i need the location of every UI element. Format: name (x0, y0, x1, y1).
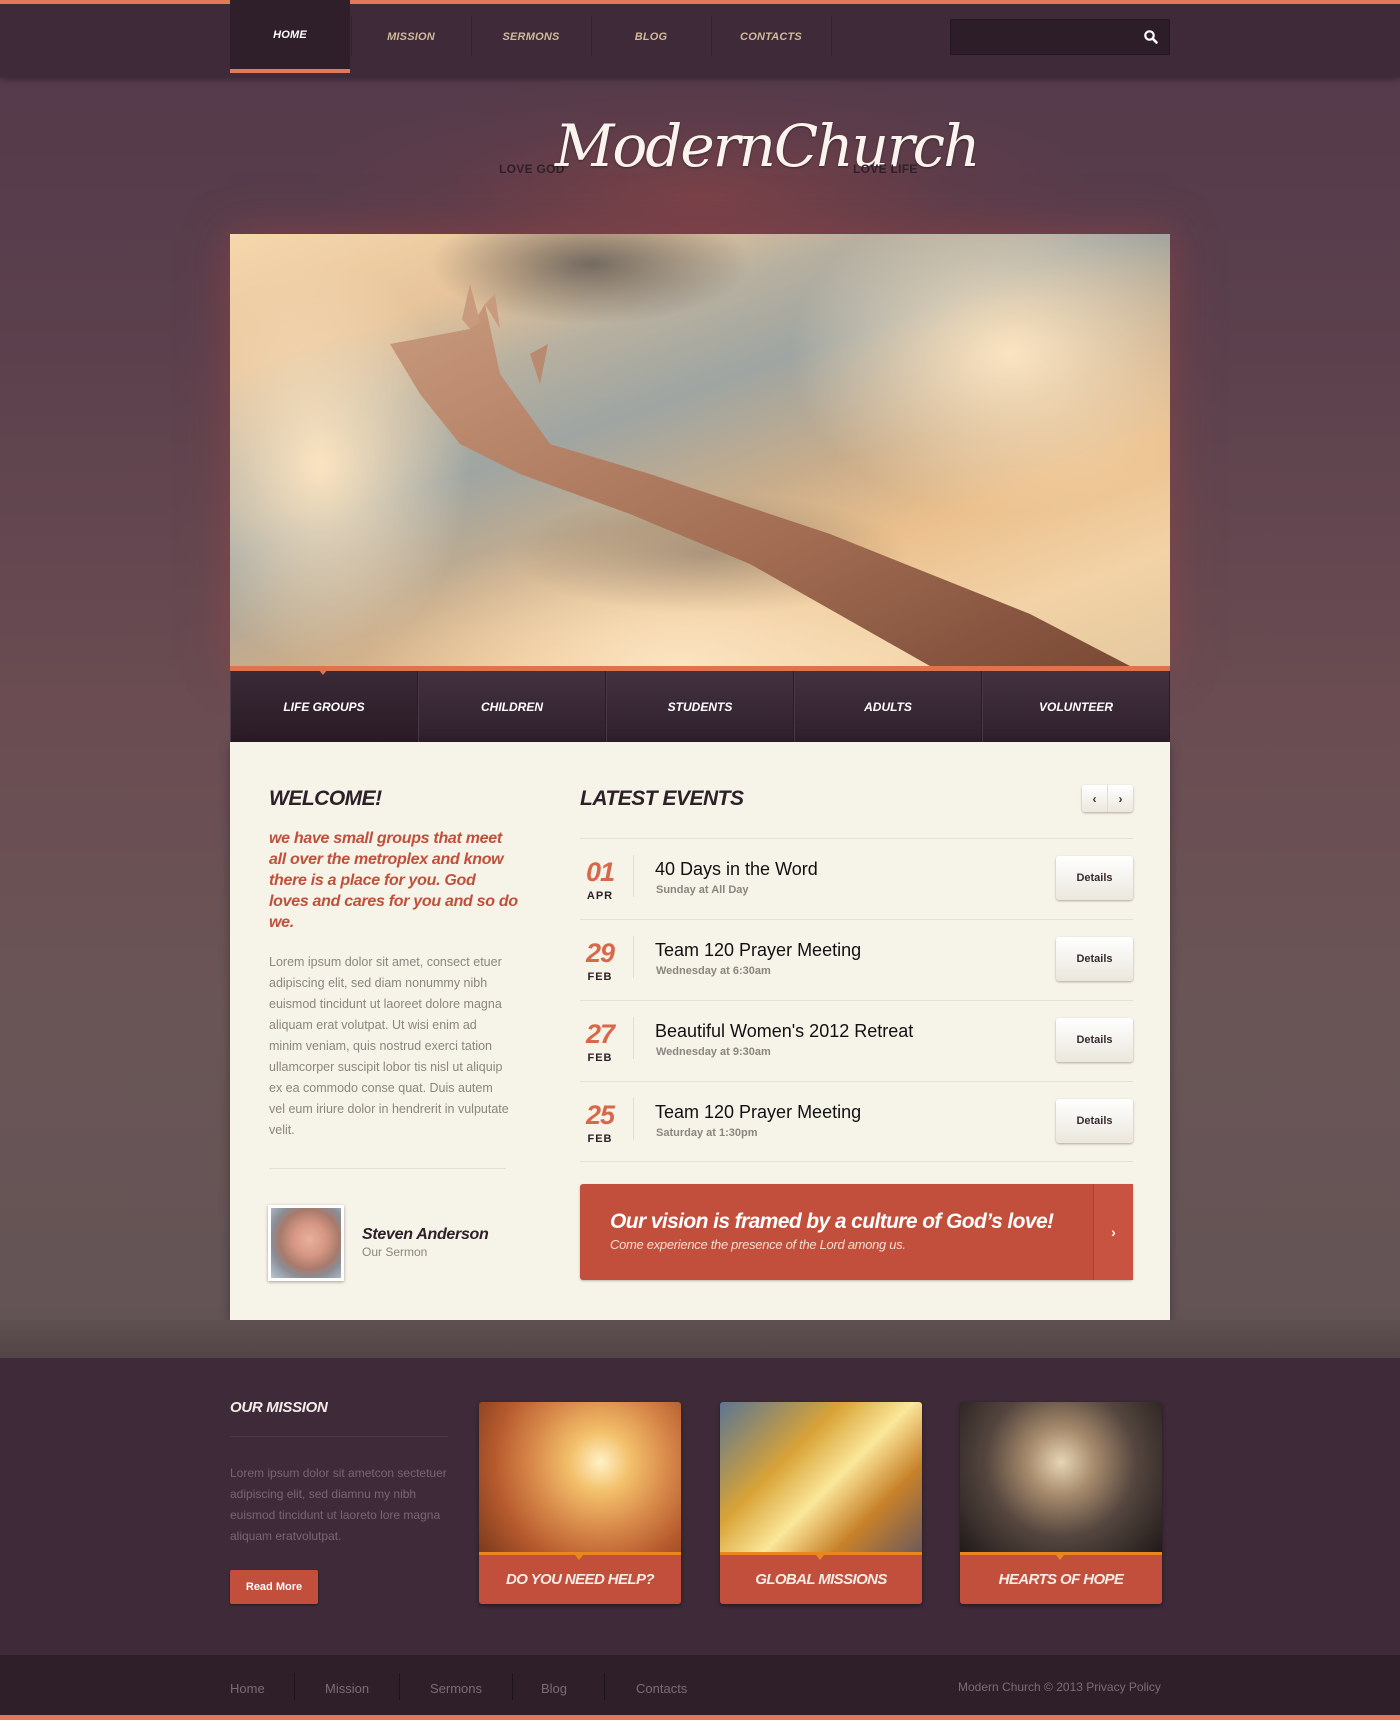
divider (269, 1168, 506, 1169)
search-icon[interactable] (1143, 29, 1159, 45)
event-day: 25 (585, 1100, 615, 1130)
details-button[interactable]: Details (1056, 937, 1133, 981)
event-month: FEB (587, 1052, 613, 1064)
event-item: 27 FEB Beautiful Women's 2012 Retreat We… (580, 1000, 1133, 1081)
tab-life-groups[interactable]: Life Groups (230, 671, 418, 742)
footer-link-contacts[interactable]: Contacts (636, 1681, 687, 1696)
chevron-right-icon[interactable]: › (1108, 785, 1133, 812)
caret-down-icon (1056, 1555, 1064, 1560)
mission-text: Lorem ipsum dolor sit ametcon sectetuer … (230, 1466, 447, 1543)
event-divider (633, 936, 634, 978)
event-month: FEB (587, 1133, 613, 1145)
tab-volunteer[interactable]: Volunteer (982, 671, 1170, 742)
event-time: Wednesday at 9:30am (656, 1046, 771, 1058)
event-title[interactable]: 40 Days in the Word (655, 859, 818, 880)
event-month: FEB (587, 971, 613, 983)
category-tabs: Life Groups Children Students Adults Vol… (230, 671, 1170, 742)
divider (230, 1436, 448, 1437)
mission-section (0, 1358, 1400, 1655)
event-item: 29 FEB Team 120 Prayer Meeting Wednesday… (580, 919, 1133, 1000)
card-help[interactable]: Do you need help? (479, 1402, 681, 1604)
footer-divider (604, 1673, 605, 1700)
footer-link-home[interactable]: Home (230, 1681, 265, 1696)
event-day: 27 (585, 1019, 615, 1049)
footer-link-mission[interactable]: Mission (325, 1681, 369, 1696)
card-image (479, 1402, 681, 1552)
card-label: Hearts of Hope (960, 1555, 1162, 1604)
event-item: 01 APR 40 Days in the Word Sunday at All… (580, 838, 1133, 919)
hero-image (230, 234, 1170, 666)
event-time: Wednesday at 6:30am (656, 965, 771, 977)
nav-contacts[interactable]: Contacts (711, 0, 831, 73)
tab-adults[interactable]: Adults (794, 671, 982, 742)
event-item: 25 FEB Team 120 Prayer Meeting Saturday … (580, 1081, 1133, 1162)
card-hearts-of-hope[interactable]: Hearts of Hope (960, 1402, 1162, 1604)
details-button[interactable]: Details (1056, 856, 1133, 900)
card-label: Global Missions (720, 1555, 922, 1604)
event-divider (633, 855, 634, 897)
card-image (960, 1402, 1162, 1552)
welcome-body-text: Lorem ipsum dolor sit amet, consect etue… (269, 955, 509, 1137)
section-shadow (0, 1320, 1400, 1358)
event-title[interactable]: Team 120 Prayer Meeting (655, 1102, 861, 1123)
copyright[interactable]: Modern Church © 2013 Privacy Policy (958, 1680, 1161, 1694)
vision-banner[interactable]: Our vision is framed by a culture of God… (580, 1184, 1133, 1280)
vision-subtitle: Come experience the presence of the Lord… (610, 1237, 906, 1252)
event-day: 29 (585, 938, 615, 968)
hero-hand-illustration (230, 234, 1170, 666)
read-more-button[interactable]: Read More (230, 1570, 318, 1604)
footer-accent-stripe (0, 1715, 1400, 1720)
footer-link-sermons[interactable]: Sermons (430, 1681, 482, 1696)
welcome-heading: WELCOME! (269, 787, 382, 810)
events-pager: ‹ › (1082, 785, 1133, 812)
chevron-left-icon[interactable]: ‹ (1082, 785, 1108, 812)
vision-title: Our vision is framed by a culture of God… (610, 1210, 1054, 1233)
caret-down-icon (575, 1555, 583, 1560)
author-role: Our Sermon (362, 1245, 428, 1259)
tab-children[interactable]: Children (418, 671, 606, 742)
details-button[interactable]: Details (1056, 1099, 1133, 1143)
chevron-right-icon[interactable]: › (1093, 1184, 1133, 1280)
event-day: 01 (585, 857, 615, 887)
caret-down-icon (816, 1555, 824, 1560)
mission-heading: OUR MISSION (230, 1399, 328, 1416)
event-time: Sunday at All Day (656, 884, 749, 896)
card-image (720, 1402, 922, 1552)
footer (0, 1655, 1400, 1715)
footer-divider (512, 1673, 513, 1700)
tab-students[interactable]: Students (606, 671, 794, 742)
search-input[interactable] (951, 20, 1131, 54)
nav-blog[interactable]: Blog (591, 0, 711, 73)
active-tab-pointer (318, 669, 328, 675)
welcome-lead-text: we have small groups that meet all over … (269, 830, 518, 931)
card-label: Do you need help? (479, 1555, 681, 1604)
events-heading: LATEST EVENTS (580, 787, 744, 810)
event-time: Saturday at 1:30pm (656, 1127, 758, 1139)
footer-divider (399, 1673, 400, 1700)
nav-mission[interactable]: Mission (351, 0, 471, 73)
events-list: 01 APR 40 Days in the Word Sunday at All… (580, 838, 1133, 1162)
event-title[interactable]: Beautiful Women's 2012 Retreat (655, 1021, 913, 1042)
event-month: APR (586, 890, 614, 902)
event-title[interactable]: Team 120 Prayer Meeting (655, 940, 861, 961)
details-button[interactable]: Details (1056, 1018, 1133, 1062)
footer-link-blog[interactable]: Blog (541, 1681, 567, 1696)
search-box (950, 19, 1170, 55)
event-divider (633, 1017, 634, 1059)
nav-home[interactable]: Home (230, 0, 350, 73)
footer-divider (294, 1673, 295, 1700)
author-name[interactable]: Steven Anderson (362, 1226, 489, 1244)
nav-divider (831, 16, 832, 56)
nav-sermons[interactable]: Sermons (471, 0, 591, 73)
event-divider (633, 1098, 634, 1140)
tagline-right: LOVE LIFE (853, 162, 918, 176)
card-global-missions[interactable]: Global Missions (720, 1402, 922, 1604)
avatar[interactable] (268, 1205, 344, 1281)
